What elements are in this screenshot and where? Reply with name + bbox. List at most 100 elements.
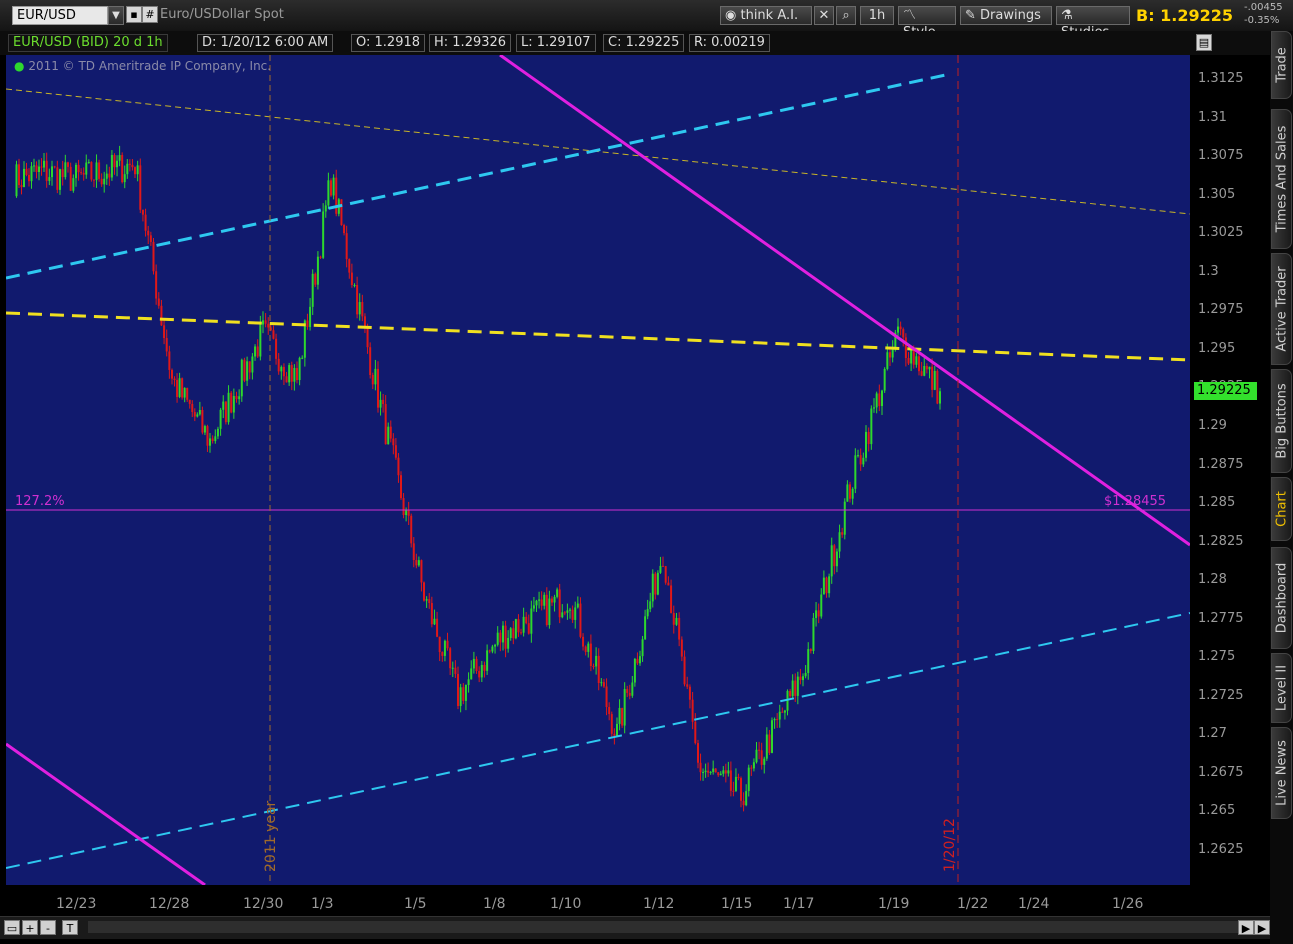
time-scrollbar[interactable] — [88, 921, 1238, 933]
candle-body — [802, 676, 804, 681]
candle-body — [183, 387, 186, 398]
candle-body — [95, 162, 98, 181]
candle-body — [449, 648, 452, 669]
candle-body — [155, 271, 158, 299]
candle-body — [165, 338, 168, 352]
candle-body — [108, 173, 111, 178]
info-icon: ● — [14, 59, 25, 73]
time-tick-label: 1/22 — [957, 896, 989, 912]
candle-body — [846, 484, 849, 502]
candle-body — [835, 551, 838, 567]
candle-body — [285, 376, 288, 383]
tab-times-and-sales[interactable]: Times And Sales — [1271, 109, 1292, 249]
price-tick-label: 1.2675 — [1198, 764, 1244, 780]
scroll-right-button[interactable]: ▶ — [1238, 920, 1254, 935]
link-color-icon[interactable]: ▪ — [126, 6, 142, 23]
price-tick-label: 1.3075 — [1198, 148, 1244, 164]
candle-body — [45, 160, 48, 181]
tab-trade[interactable]: Trade — [1271, 31, 1292, 99]
candle-body — [128, 163, 131, 165]
candle-body — [219, 409, 222, 429]
expand-button[interactable]: ▭ — [4, 920, 20, 935]
candle-body — [509, 628, 512, 638]
tab-big-buttons-label: Big Buttons — [1274, 383, 1289, 459]
candle-body — [654, 573, 657, 595]
candle-body — [366, 327, 369, 348]
candle-body — [841, 532, 844, 535]
candle-body — [773, 719, 776, 721]
aggregation-button[interactable]: 1h — [860, 6, 894, 25]
candle-body — [828, 576, 831, 594]
chart-settings-icon[interactable]: ▤ — [1196, 34, 1212, 51]
candle-body — [631, 682, 634, 696]
zoom-in-button[interactable]: + — [22, 920, 38, 935]
tab-active-trader[interactable]: Active Trader — [1271, 253, 1292, 365]
style-button[interactable]: 〽 Style — [898, 6, 956, 40]
studies-button[interactable]: ⚗ Studies — [1056, 6, 1130, 40]
candle-body — [597, 655, 600, 684]
candle-body — [478, 671, 481, 678]
price-axis[interactable]: 1.3125 1.31 1.3075 1.305 1.3025 1.3 1.2975 1.29… — [1190, 55, 1270, 885]
drawings-button[interactable]: ✎ Drawings — [960, 6, 1052, 25]
candle-body — [732, 790, 735, 792]
candle-body — [550, 598, 553, 603]
bar-close: C: 1.29225 — [603, 34, 685, 52]
price-tick-label: 1.2975 — [1198, 302, 1244, 318]
candle-body — [582, 636, 585, 647]
candle-body — [345, 233, 348, 260]
candle-body — [548, 598, 551, 626]
candle-body — [171, 369, 173, 379]
pencil-icon: ✎ — [965, 8, 976, 23]
tab-level-ii-label: Level II — [1274, 664, 1289, 712]
crosshair-tool-button[interactable]: ✕ — [814, 6, 834, 25]
zoom-tool-button[interactable]: ⌕ — [836, 6, 856, 25]
candle-body — [290, 365, 293, 382]
chart-canvas[interactable]: 127.2% $1.28455 2011 year 1/20/12 — [6, 55, 1190, 885]
candle-body — [415, 560, 418, 566]
candle-body — [51, 166, 53, 178]
price-tick-label: 1.285 — [1198, 495, 1236, 511]
text-tool-button[interactable]: T — [62, 920, 78, 935]
candle-body — [293, 367, 296, 382]
tab-big-buttons[interactable]: Big Buttons — [1271, 369, 1292, 473]
zoom-out-button[interactable]: - — [40, 920, 56, 935]
candle-body — [641, 639, 644, 657]
candle-body — [717, 772, 720, 776]
candle-body — [470, 668, 473, 680]
candle-body — [25, 168, 28, 175]
think-ai-button[interactable]: ◉ think A.I. — [720, 6, 812, 25]
time-axis[interactable]: 12/23 12/28 12/30 1/3 1/5 1/8 1/10 1/12 1/15 1/17… — [0, 885, 1270, 916]
candle-body — [569, 609, 571, 611]
candle-body — [670, 585, 673, 613]
candle-body — [820, 594, 823, 617]
price-tick-label: 1.27 — [1198, 726, 1227, 742]
tab-level-ii[interactable]: Level II — [1271, 653, 1292, 723]
candle-body — [152, 241, 155, 272]
candle-body — [683, 656, 686, 685]
chart-title[interactable]: EUR/USD (BID) 20 d 1h — [8, 34, 168, 52]
candle-body — [61, 169, 64, 178]
candle-body — [251, 356, 254, 373]
tab-chart[interactable]: Chart — [1271, 477, 1292, 541]
candle-body — [589, 643, 592, 666]
symbol-dropdown-button[interactable]: ▼ — [108, 6, 124, 25]
chart-bottom-bar: ▭ + - T ▶ ▶ — [0, 916, 1270, 939]
candle-body — [889, 352, 891, 358]
hash-icon[interactable]: # — [142, 6, 158, 23]
candle-body — [815, 610, 818, 619]
candle-body — [425, 599, 428, 601]
symbol-input[interactable]: EUR/USD — [12, 6, 108, 25]
candle-body — [59, 169, 61, 190]
scroll-end-button[interactable]: ▶ — [1254, 920, 1270, 935]
price-chart[interactable]: 127.2% $1.28455 2011 year 1/20/12 — [6, 55, 1190, 885]
candle-body — [420, 560, 423, 583]
candle-body — [571, 609, 574, 620]
candle-body — [301, 357, 304, 359]
candle-body — [18, 164, 20, 186]
bar-range: R: 0.00219 — [689, 34, 770, 52]
tab-dashboard[interactable]: Dashboard — [1271, 547, 1292, 649]
tab-live-news[interactable]: Live News — [1271, 727, 1292, 819]
price-tick-label: 1.265 — [1198, 803, 1236, 819]
candle-body — [576, 603, 579, 608]
candle-body — [100, 178, 103, 185]
